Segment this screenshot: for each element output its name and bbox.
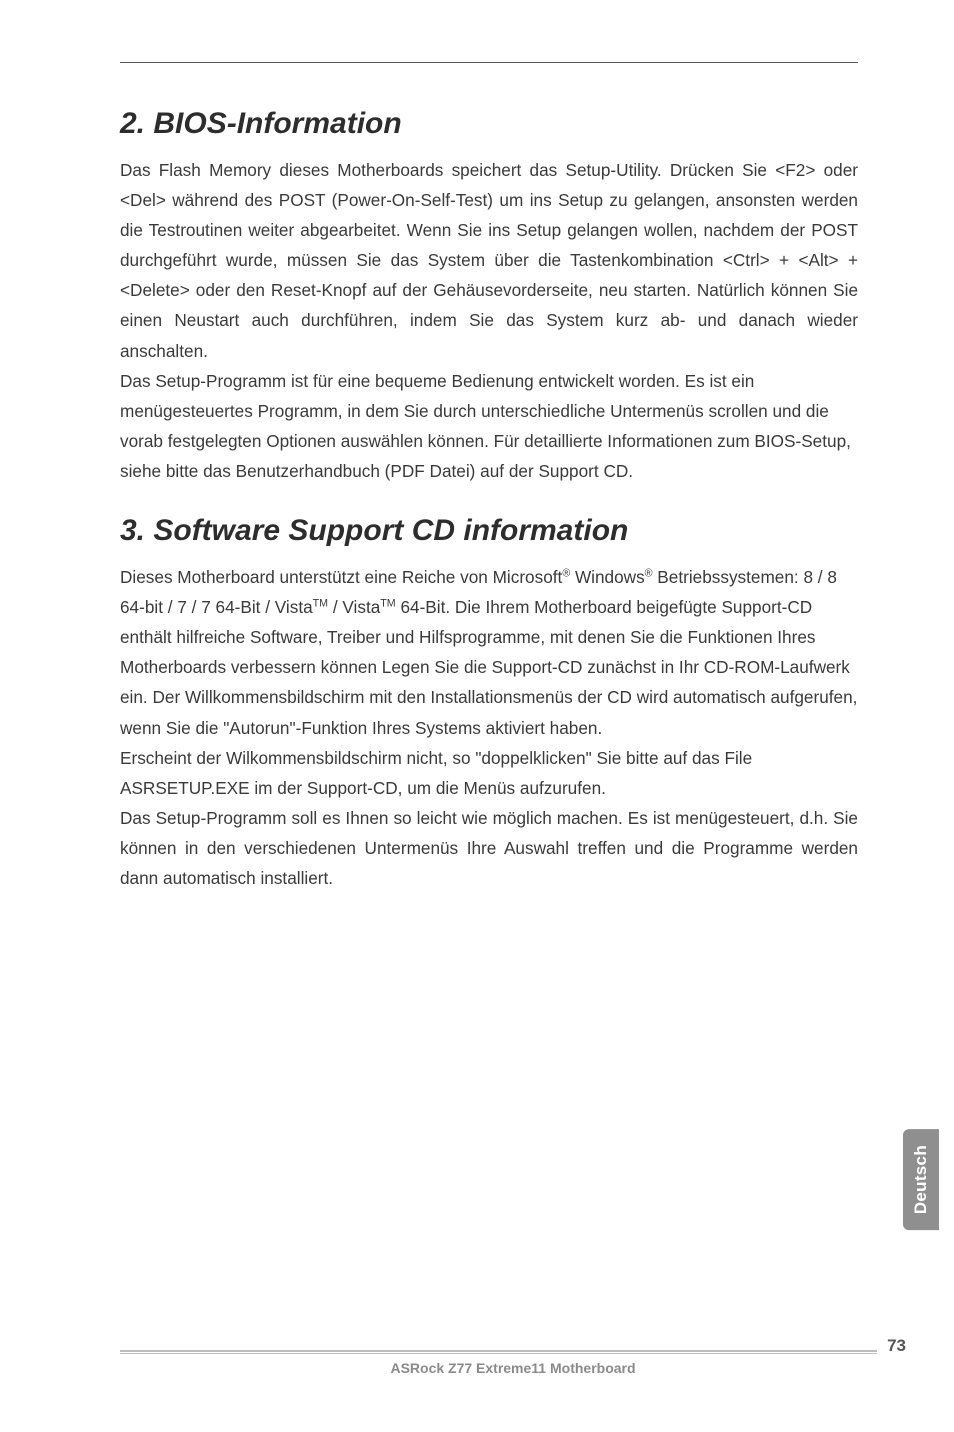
top-rule — [120, 62, 858, 63]
section-3-paragraph-2: Erscheint der Wilkommensbildschirm nicht… — [120, 743, 858, 803]
language-tab: Deutsch — [903, 1129, 939, 1230]
section-gap — [120, 486, 858, 514]
registered-mark: ® — [645, 567, 653, 579]
section-3-paragraph-3: Das Setup-Programm soll es Ihnen so leic… — [120, 803, 858, 893]
section-3-heading: 3. Software Support CD information — [120, 514, 858, 548]
section-2-heading: 2. BIOS-Information — [120, 107, 858, 141]
trademark: TM — [380, 597, 395, 609]
registered-mark: ® — [562, 567, 570, 579]
footer-rule-inner — [120, 1353, 906, 1354]
page-content: 2. BIOS-Information Das Flash Memory die… — [0, 0, 954, 893]
trademark: TM — [313, 597, 328, 609]
page-footer: 73 ASRock Z77 Extreme11 Motherboard — [120, 1350, 906, 1376]
text-fragment: Windows — [570, 567, 645, 587]
text-fragment: Dieses Motherboard unterstützt eine Reic… — [120, 567, 562, 587]
section-2-paragraph-1: Das Flash Memory dieses Motherboards spe… — [120, 155, 858, 366]
footer-product-name: ASRock Z77 Extreme11 Motherboard — [120, 1360, 906, 1376]
text-fragment: / Vista — [328, 597, 380, 617]
page-number: 73 — [877, 1336, 906, 1356]
section-3-paragraph-1: Dieses Motherboard unterstützt eine Reic… — [120, 562, 858, 743]
text-fragment: 64-Bit. Die Ihrem Motherboard beigefügte… — [120, 597, 857, 737]
section-2-paragraph-2: Das Setup-Programm ist für eine bequeme … — [120, 366, 858, 486]
footer-rule — [120, 1350, 906, 1352]
